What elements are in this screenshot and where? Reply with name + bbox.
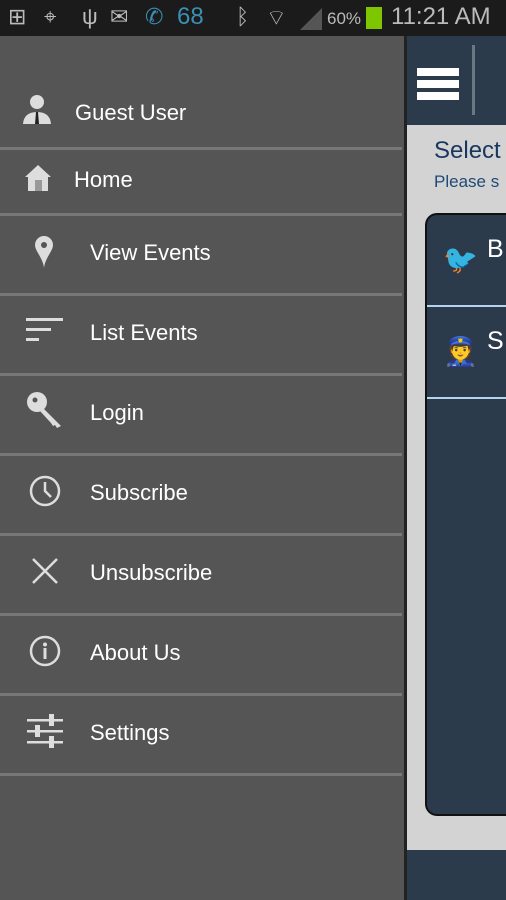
bluetooth-icon: ᛒ <box>236 4 250 29</box>
wifi-call-icon: ✆ <box>145 4 164 29</box>
battery-icon <box>366 7 382 29</box>
wifi-icon: ⌔ <box>266 5 287 30</box>
drawer-item-unsubscribe[interactable]: Unsubscribe <box>0 536 402 616</box>
drawer-item-about-us[interactable]: About Us <box>0 616 402 696</box>
drawer-item-view-events[interactable]: View Events <box>0 216 402 296</box>
sliders-icon <box>27 714 63 748</box>
add-notification-icon: ⊞ <box>8 4 27 29</box>
drawer-item-label: Settings <box>90 720 170 745</box>
drawer-item-label: Subscribe <box>90 480 188 505</box>
police-icon: 👮 <box>443 336 478 367</box>
header-divider <box>472 45 475 115</box>
page-subtitle: Please s <box>434 172 500 191</box>
status-bar: ⊞ ⌖ ψ ✉ ✆ 68 ᛒ ⌔ 60% 11:21 AM <box>0 0 506 36</box>
drawer-item-label: Login <box>90 400 144 425</box>
list-item-label: S <box>487 327 504 355</box>
email-icon: ✉ <box>110 4 129 29</box>
info-icon <box>29 635 61 667</box>
clock-time: 11:21 AM <box>391 3 491 30</box>
list-icon <box>26 318 63 341</box>
list-item-label: B <box>487 235 504 263</box>
gps-icon: ⌖ <box>44 4 57 29</box>
navigation-drawer: Guest User Home View Events List Events … <box>0 36 404 900</box>
signal-number: 68 <box>177 3 204 30</box>
drawer-item-label: List Events <box>90 320 198 345</box>
usb-icon: ψ <box>82 4 98 29</box>
drawer-item-label: About Us <box>90 640 181 665</box>
home-icon <box>25 165 51 191</box>
event-list: 🐦 B 👮 S <box>425 213 506 816</box>
drawer-item-guest-user[interactable]: Guest User <box>0 36 402 150</box>
map-pin-icon <box>35 236 53 268</box>
drawer-item-subscribe[interactable]: Subscribe <box>0 456 402 536</box>
app-header <box>407 36 506 125</box>
drawer-item-label: View Events <box>90 240 211 265</box>
drawer-item-label: Home <box>74 167 133 192</box>
birds-icon: 🐦 <box>443 244 478 275</box>
page-title: Select <box>434 137 501 164</box>
main-panel: Select Please s 🐦 B 👮 S <box>404 36 506 900</box>
battery-percent: 60% <box>327 9 362 28</box>
drawer-item-settings[interactable]: Settings <box>0 696 402 776</box>
drawer-item-login[interactable]: Login <box>0 376 402 456</box>
menu-icon[interactable] <box>417 68 459 100</box>
drawer-item-list-events[interactable]: List Events <box>0 296 402 376</box>
key-icon <box>27 392 61 428</box>
list-item[interactable]: 👮 S <box>427 307 506 399</box>
drawer-item-label: Guest User <box>75 100 187 125</box>
close-icon <box>32 558 58 584</box>
content-area: Select Please s 🐦 B 👮 S <box>407 125 506 850</box>
cell-signal-icon <box>300 8 322 30</box>
user-icon <box>23 95 51 124</box>
drawer-item-home[interactable]: Home <box>0 150 402 216</box>
drawer-item-label: Unsubscribe <box>90 560 213 585</box>
clock-icon <box>29 475 61 507</box>
list-item[interactable]: 🐦 B <box>427 215 506 307</box>
